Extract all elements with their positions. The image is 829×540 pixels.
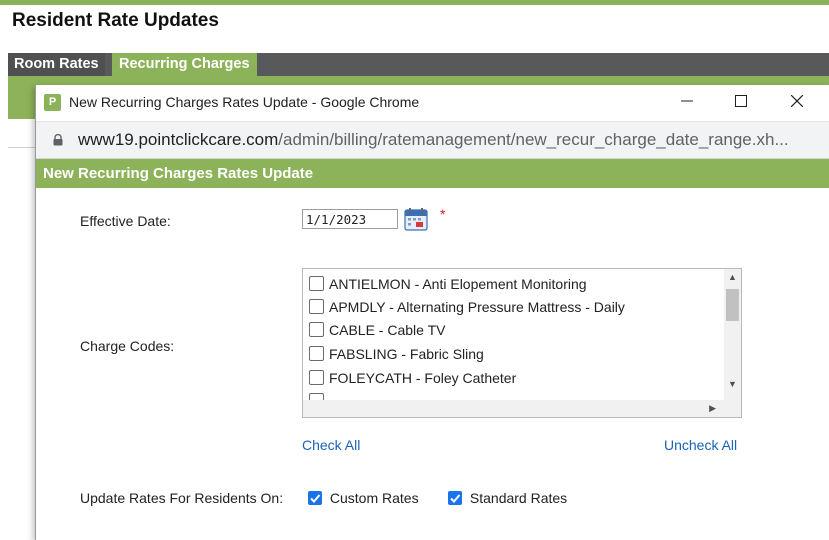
close-icon <box>790 94 804 108</box>
update-rates-label: Update Rates For Residents On: <box>80 490 284 506</box>
minimize-icon <box>681 100 693 102</box>
custom-rates-checkbox[interactable] <box>308 491 322 505</box>
vertical-scrollbar[interactable]: ▲ ▼ <box>724 269 741 400</box>
list-item[interactable]: CABLE - Cable TV <box>309 319 445 341</box>
scroll-down-icon[interactable]: ▼ <box>728 379 737 389</box>
checkbox[interactable] <box>309 346 324 361</box>
list-item[interactable]: FOLEYCATH - Foley Catheter <box>309 367 516 389</box>
custom-rates-label: Custom Rates <box>329 490 419 506</box>
popup-window: P New Recurring Charges Rates Update - G… <box>35 85 829 540</box>
top-accent-bar <box>0 0 829 5</box>
tab-room-rates[interactable]: Room Rates <box>8 53 105 76</box>
form-header: New Recurring Charges Rates Update <box>36 159 829 188</box>
horizontal-scrollbar[interactable]: ▶ <box>303 400 741 417</box>
maximize-button[interactable] <box>716 85 766 121</box>
standard-rates-label: Standard Rates <box>469 490 568 506</box>
charge-codes-label: Charge Codes: <box>80 338 175 354</box>
url-path: /admin/billing/ratemanagement/new_recur_… <box>278 130 789 149</box>
checkmark-icon <box>450 494 461 503</box>
standard-rates-checkbox[interactable] <box>448 491 462 505</box>
minimize-button[interactable] <box>662 85 712 121</box>
scroll-up-icon[interactable]: ▲ <box>728 272 737 282</box>
close-button[interactable] <box>772 85 822 121</box>
address-bar[interactable]: www19.pointclickcare.com/admin/billing/r… <box>36 121 829 159</box>
page-title: Resident Rate Updates <box>12 10 219 31</box>
list-item[interactable]: APMDLY - Alternating Pressure Mattress -… <box>309 296 625 318</box>
check-all-link[interactable]: Check All <box>302 437 360 453</box>
favicon-icon: P <box>44 94 61 111</box>
required-asterisk: * <box>440 206 446 222</box>
list-item[interactable]: ANTIELMON - Anti Elopement Monitoring <box>309 273 587 295</box>
maximize-icon <box>735 95 747 107</box>
standard-rates-option[interactable]: Standard Rates <box>448 490 567 506</box>
url-host: www19.pointclickcare.com <box>78 130 279 149</box>
effective-date-label: Effective Date: <box>80 213 171 229</box>
tab-recurring-charges[interactable]: Recurring Charges <box>112 53 257 76</box>
checkmark-icon <box>310 494 321 503</box>
calendar-icon[interactable] <box>404 207 428 231</box>
list-item[interactable]: FABSLING - Fabric Sling <box>309 343 484 365</box>
scroll-right-icon[interactable]: ▶ <box>709 403 716 414</box>
checkbox[interactable] <box>309 370 324 385</box>
checkbox[interactable] <box>309 276 324 291</box>
custom-rates-option[interactable]: Custom Rates <box>308 490 419 506</box>
url-text[interactable]: www19.pointclickcare.com/admin/billing/r… <box>78 130 828 150</box>
effective-date-input[interactable]: 1/1/2023 <box>302 209 398 229</box>
checkbox[interactable] <box>309 299 324 314</box>
tab-bar: Room Rates Recurring Charges <box>8 53 829 76</box>
window-title: New Recurring Charges Rates Update - Goo… <box>69 94 420 110</box>
charge-codes-list[interactable]: ANTIELMON - Anti Elopement Monitoring AP… <box>302 268 742 418</box>
lock-icon <box>53 134 63 146</box>
checkbox[interactable] <box>309 322 324 337</box>
chrome-titlebar: P New Recurring Charges Rates Update - G… <box>36 85 829 121</box>
scrollbar-thumb[interactable] <box>726 289 739 321</box>
uncheck-all-link[interactable]: Uncheck All <box>664 437 737 453</box>
